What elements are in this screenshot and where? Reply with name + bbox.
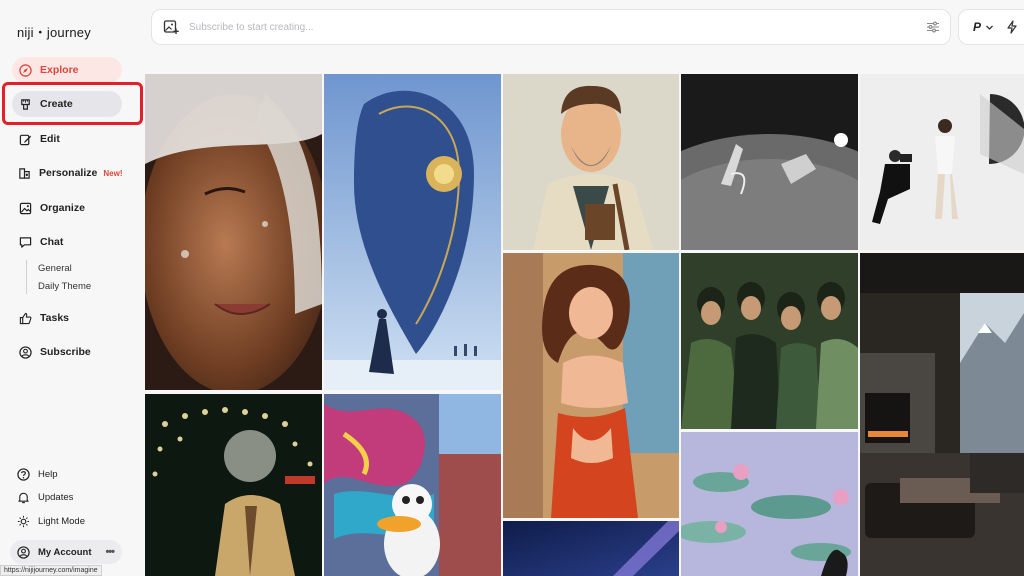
bell-icon [16,490,30,504]
sidebar: niji・journey Explore Create Edit Persona [0,0,143,576]
gallery-image-photo-studio[interactable] [860,74,1024,250]
settings-sliders-icon[interactable] [926,20,940,34]
focus-highlight [2,82,143,125]
thumbs-up-icon [18,311,32,325]
image-icon [18,201,32,215]
prompt-input[interactable] [189,21,889,33]
app: niji・journey Explore Create Edit Persona [0,0,1024,576]
compass-icon [18,63,32,77]
sidebar-item-chat[interactable]: Chat [12,229,122,255]
app-logo[interactable]: niji・journey [17,22,91,41]
gallery-image-night-sky[interactable] [503,521,679,576]
sidebar-item-label: Tasks [40,312,69,324]
edit-icon [18,132,32,146]
chat-tree-line [26,260,27,294]
help-link[interactable]: Help [16,467,58,481]
sidebar-item-personalize[interactable]: Personalize New! [12,160,123,186]
gallery-image-foam-face[interactable] [145,74,322,390]
personalize-icon [18,166,31,180]
light-mode-toggle[interactable]: Light Mode [16,514,85,528]
help-icon [16,467,30,481]
account-circle-icon [18,345,32,359]
my-account-label: My Account [38,546,92,558]
sidebar-item-subscribe[interactable]: Subscribe [12,339,122,365]
chat-channel-general[interactable]: General [38,263,72,274]
chat-icon [18,235,32,249]
prompt-bar [151,9,951,45]
help-label: Help [38,468,58,480]
mode-controls: P [958,9,1024,45]
sidebar-item-organize[interactable]: Organize [12,195,122,221]
sidebar-item-label: Explore [40,64,79,76]
gallery-image-graffiti-duck[interactable] [324,394,501,576]
gallery-image-woman-red-dress[interactable] [503,253,679,518]
gallery-image-water-lilies[interactable] [681,432,858,576]
mode-selector-label[interactable]: P [973,20,981,34]
sidebar-item-label: Personalize [39,167,98,179]
gallery-image-mountain-living-room[interactable] [860,253,1024,576]
status-bar-url: https://nijijourney.com/imagine [0,565,102,576]
sidebar-item-explore[interactable]: Explore [12,57,122,83]
chat-channel-daily-theme[interactable]: Daily Theme [38,281,91,292]
sidebar-item-label: Edit [40,133,60,145]
lightning-icon[interactable] [1006,20,1018,34]
gallery-image-crowd[interactable] [681,253,858,429]
new-badge: New! [103,168,123,178]
gallery-image-disco-man[interactable] [145,394,322,576]
sidebar-item-edit[interactable]: Edit [12,126,122,152]
chevron-down-icon[interactable] [985,23,994,32]
updates-link[interactable]: Updates [16,490,73,504]
sidebar-item-tasks[interactable]: Tasks [12,305,122,331]
updates-label: Updates [38,491,74,503]
gallery-image-floating-ship[interactable] [324,74,501,390]
sidebar-item-label: Chat [40,236,64,248]
add-image-icon[interactable] [163,19,179,35]
my-account-button[interactable]: My Account ••• [10,540,122,564]
sun-icon [16,514,30,528]
account-circle-icon [16,545,30,559]
light-mode-label: Light Mode [38,515,86,527]
more-options-icon[interactable]: ••• [105,546,115,558]
gallery-image-fisheye-deer[interactable] [681,74,858,250]
sidebar-item-label: Organize [40,202,85,214]
gallery-image-cartoon-man[interactable] [503,74,679,250]
sidebar-item-label: Subscribe [40,346,91,358]
